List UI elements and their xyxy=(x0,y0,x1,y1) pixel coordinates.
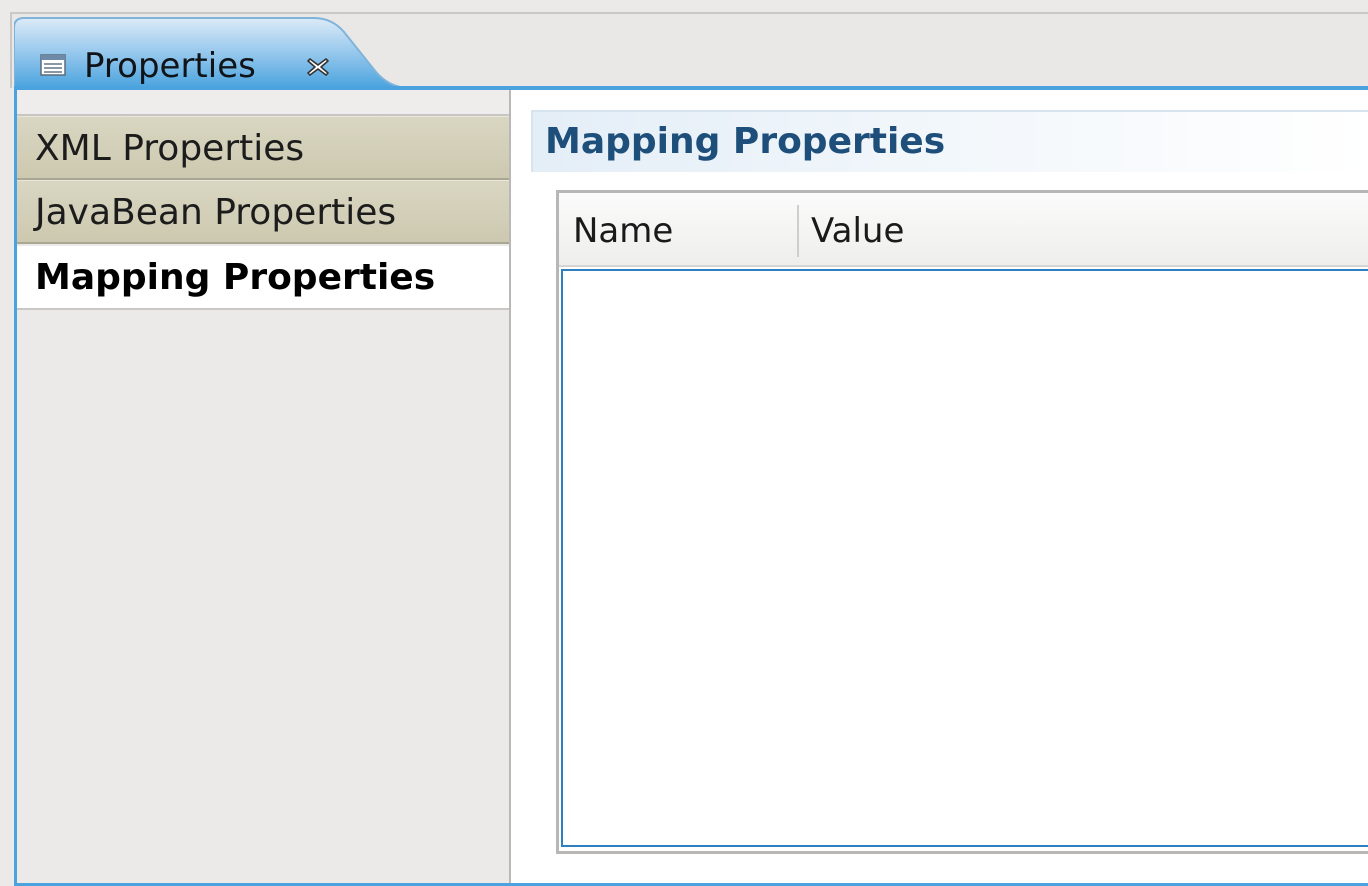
column-header-value[interactable]: Value xyxy=(811,193,1351,265)
sidebar-tab-mapping-properties[interactable]: Mapping Properties xyxy=(17,246,509,310)
table-header: Name Value xyxy=(559,193,1368,267)
sidebar-tab-label: Mapping Properties xyxy=(35,257,436,298)
column-separator[interactable] xyxy=(797,205,799,257)
sidebar-tab-label: JavaBean Properties xyxy=(35,192,397,233)
section-title: Mapping Properties xyxy=(545,121,946,162)
tab-label: Properties xyxy=(84,46,256,86)
properties-table[interactable]: Name Value xyxy=(556,190,1368,854)
close-icon[interactable] xyxy=(306,56,330,78)
sidebar-tab-xml-properties[interactable]: XML Properties xyxy=(17,116,509,180)
table-body[interactable] xyxy=(561,269,1368,847)
properties-sidebar: XML Properties JavaBean Properties Mappi… xyxy=(17,90,511,883)
properties-content: Mapping Properties Name Value xyxy=(511,90,1368,883)
sidebar-tab-javabean-properties[interactable]: JavaBean Properties xyxy=(17,180,509,244)
sidebar-top-strip xyxy=(17,90,509,116)
properties-view-icon xyxy=(40,54,66,76)
column-header-name[interactable]: Name xyxy=(573,193,793,265)
tab-properties[interactable]: Properties xyxy=(14,16,406,88)
sidebar-tab-label: XML Properties xyxy=(35,128,305,169)
section-header: Mapping Properties xyxy=(531,110,1368,172)
